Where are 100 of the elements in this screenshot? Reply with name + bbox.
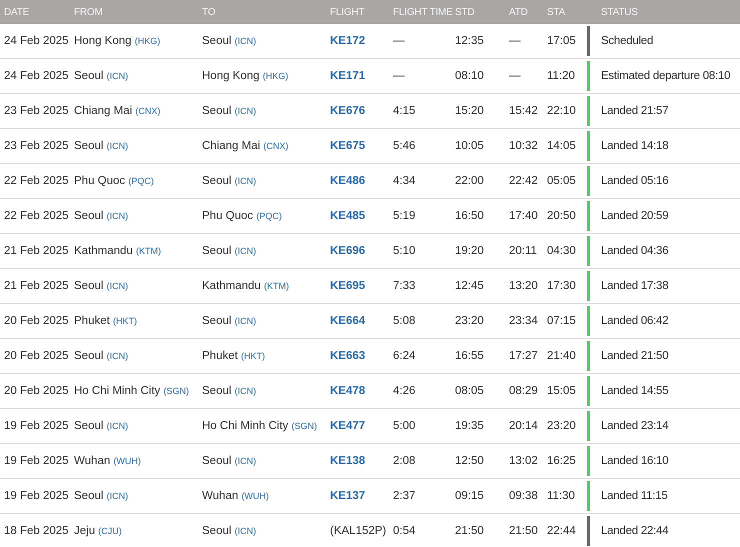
column-header: ATD — [509, 6, 529, 18]
atd-cell-text: 08:29 — [509, 385, 539, 397]
flight-time-cell-text: 5:08 — [393, 315, 416, 327]
status-cell-text: Estimated departure 08:10 — [601, 70, 732, 82]
origin-cell-text: Seoul (ICN) — [74, 490, 130, 502]
destination-cell-text: Seoul (ICN) — [202, 385, 258, 397]
date-cell-text: 19 Feb 2025 — [4, 420, 70, 432]
atd-cell-text: 22:42 — [509, 175, 539, 187]
origin-cell-text: Kathmandu (KTM) — [74, 245, 162, 257]
flight-time-cell-text: — — [393, 35, 406, 47]
std-cell-text: 23:20 — [455, 315, 485, 327]
sta-cell-text: 22:10 — [547, 105, 577, 117]
atd-cell-text: 23:34 — [509, 315, 539, 327]
flight-time-cell-text: 0:54 — [393, 525, 416, 537]
date-cell-text: 22 Feb 2025 — [4, 210, 70, 222]
destination-cell-text: Seoul (ICN) — [202, 245, 258, 257]
status-cell-text: Landed 22:44 — [601, 525, 670, 537]
status-cell-text: Landed 14:18 — [601, 140, 670, 152]
status-cell-text: Landed 21:57 — [601, 105, 670, 117]
flight-link[interactable]: KE485 — [330, 210, 393, 222]
sta-cell-text: 20:50 — [547, 210, 577, 222]
flight-time-cell-text: 5:19 — [393, 210, 416, 222]
destination-cell-text: Phuket (HKT) — [202, 350, 266, 362]
sta-cell-text: 17:05 — [547, 35, 577, 47]
destination-cell-text: Seoul (ICN) — [202, 525, 258, 537]
atd-cell-text: 17:27 — [509, 350, 539, 362]
status-cell-text: Landed 05:16 — [601, 175, 670, 187]
date-cell-text: 20 Feb 2025 — [4, 350, 70, 362]
destination-cell-text: Ho Chi Minh City (SGN) — [202, 420, 318, 432]
flight-link[interactable]: KE664 — [330, 315, 393, 327]
flight-time-cell-text: 7:33 — [393, 280, 416, 292]
flight-time-cell-text: 4:34 — [393, 175, 416, 187]
flight-link[interactable]: KE675 — [330, 140, 393, 152]
date-cell-text: 18 Feb 2025 — [4, 525, 70, 537]
std-cell-text: 08:05 — [455, 385, 485, 397]
flight-cell-text: (KAL152P) — [330, 525, 388, 537]
sta-cell-text: 11:20 — [547, 70, 576, 82]
atd-cell-text: 17:40 — [509, 210, 539, 222]
column-header: TO — [202, 6, 216, 18]
flight-link[interactable]: KE477 — [330, 420, 393, 432]
sta-cell-text: 15:05 — [547, 385, 577, 397]
flight-link[interactable]: KE696 — [330, 245, 393, 257]
column-header: STD — [455, 6, 476, 18]
destination-cell-text: Kathmandu (KTM) — [202, 280, 290, 292]
flight-link[interactable]: KE478 — [330, 385, 393, 397]
flight-link[interactable]: KE486 — [330, 175, 393, 187]
column-header: FLIGHT — [330, 6, 366, 18]
sta-cell-text: 07:15 — [547, 315, 577, 327]
sta-cell-text: 17:30 — [547, 280, 577, 292]
atd-cell-text: — — [509, 70, 522, 82]
flight-time-cell-text: 4:15 — [393, 105, 416, 117]
origin-cell-text: Seoul (ICN) — [74, 280, 130, 292]
atd-cell-text: 10:32 — [509, 140, 539, 152]
date-cell-text: 24 Feb 2025 — [4, 70, 70, 82]
flight-time-cell-text: 6:24 — [393, 350, 416, 362]
flight-link[interactable]: KE663 — [330, 350, 393, 362]
origin-cell-text: Chiang Mai (CNX) — [74, 105, 162, 117]
flight-link[interactable]: KE695 — [330, 280, 393, 292]
std-cell-text: 21:50 — [455, 525, 485, 537]
status-cell-text: Landed 04:36 — [601, 245, 670, 257]
origin-cell-text: Hong Kong (HKG) — [74, 35, 162, 47]
destination-cell-text: Phu Quoc (PQC) — [202, 210, 283, 222]
flight-time-cell-text: 5:00 — [393, 420, 416, 432]
flight-link[interactable]: KE676 — [330, 105, 393, 117]
destination-cell-text: Hong Kong (HKG) — [202, 70, 290, 82]
date-cell-text: 24 Feb 2025 — [4, 35, 70, 47]
destination-cell-text: Wuhan (WUH) — [202, 490, 270, 502]
date-cell-text: 23 Feb 2025 — [4, 140, 70, 152]
atd-cell-text: 21:50 — [509, 525, 539, 537]
std-cell-text: 19:35 — [455, 420, 485, 432]
atd-cell-text: 13:02 — [509, 455, 539, 467]
flight-link[interactable]: KE172 — [330, 35, 393, 47]
date-cell-text: 22 Feb 2025 — [4, 175, 70, 187]
status-cell-text: Scheduled — [601, 35, 654, 47]
destination-cell-text: Seoul (ICN) — [202, 105, 258, 117]
sta-cell-text: 14:05 — [547, 140, 577, 152]
std-cell-text: 16:55 — [455, 350, 485, 362]
flight-link[interactable]: KE171 — [330, 70, 393, 82]
origin-cell-text: Seoul (ICN) — [74, 210, 130, 222]
date-cell-text: 23 Feb 2025 — [4, 105, 70, 117]
destination-cell-text: Seoul (ICN) — [202, 455, 258, 467]
std-cell-text: 12:35 — [455, 35, 485, 47]
flight-link[interactable]: KE137 — [330, 490, 393, 502]
column-header: FLIGHT TIME — [393, 6, 454, 18]
std-cell-text: 16:50 — [455, 210, 485, 222]
std-cell-text: 15:20 — [455, 105, 485, 117]
std-cell-text: 12:45 — [455, 280, 485, 292]
origin-cell-text: Wuhan (WUH) — [74, 455, 142, 467]
origin-cell-text: Seoul (ICN) — [74, 70, 130, 82]
std-cell-text: 19:20 — [455, 245, 485, 257]
column-header: STA — [547, 6, 566, 18]
flight-time-cell-text: 2:37 — [393, 490, 416, 502]
origin-cell-text: Seoul (ICN) — [74, 350, 130, 362]
std-cell-text: 08:10 — [455, 70, 485, 82]
date-cell-text: 20 Feb 2025 — [4, 385, 70, 397]
flight-link[interactable]: KE138 — [330, 455, 393, 467]
status-cell-text: Landed 21:50 — [601, 350, 670, 362]
flight-time-cell-text: 2:08 — [393, 455, 416, 467]
origin-cell-text: Jeju (CJU) — [74, 525, 123, 537]
origin-cell-text: Seoul (ICN) — [74, 140, 130, 152]
